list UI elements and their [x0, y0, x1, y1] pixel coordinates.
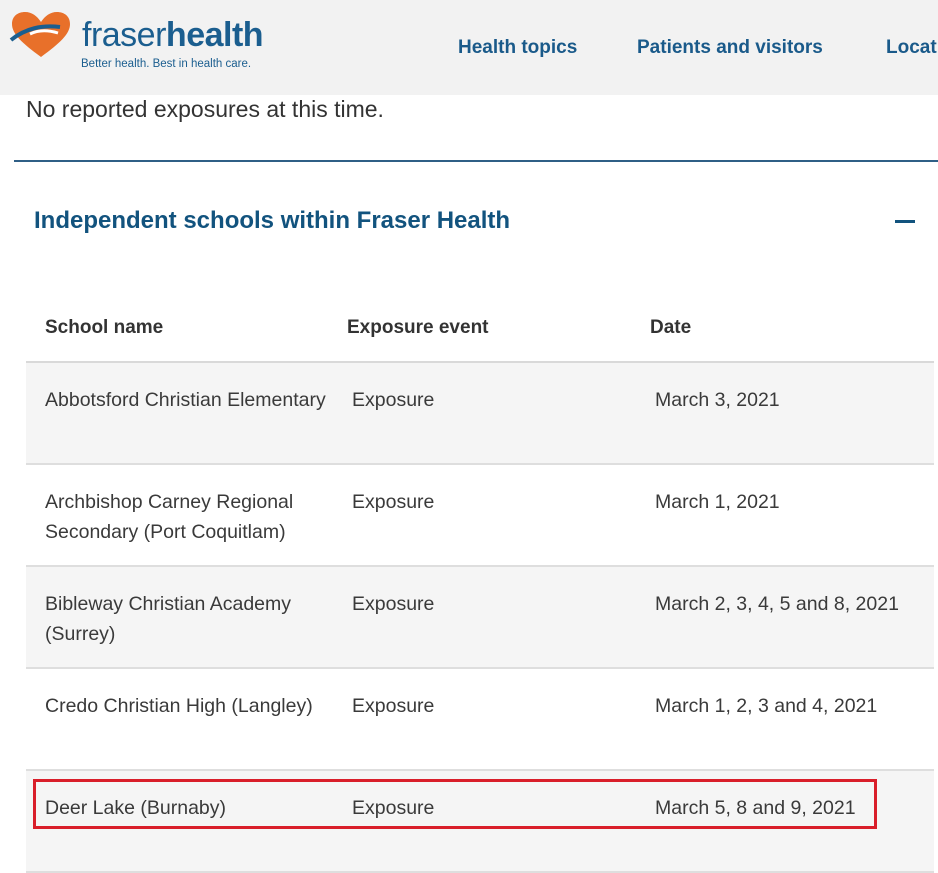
nav-locations[interactable]: Locat [886, 37, 937, 59]
table-row: Abbotsford Christian Elementary Exposure… [26, 363, 934, 465]
table-header: School name Exposure event Date [26, 292, 934, 363]
nav-patients-and-visitors[interactable]: Patients and visitors [637, 37, 823, 59]
heart-logo-icon [9, 12, 70, 57]
school-name-cell: Archbishop Carney Regional Secondary (Po… [45, 491, 294, 543]
exposure-event-cell: Exposure [352, 389, 435, 411]
exposures-table: School name Exposure event Date Abbotsfo… [26, 292, 934, 873]
nav-health-topics[interactable]: Health topics [458, 37, 577, 59]
date-cell: March 5, 8 and 9, 2021 [655, 797, 856, 819]
section-divider [14, 160, 938, 162]
school-name-cell: Deer Lake (Burnaby) [45, 797, 227, 819]
collapse-minus-icon[interactable] [895, 220, 915, 223]
school-name-cell: Abbotsford Christian Elementary [45, 389, 326, 411]
no-exposures-notice: No reported exposures at this time. [26, 96, 384, 122]
exposure-event-cell: Exposure [352, 593, 435, 615]
header-school-name: School name [45, 317, 164, 338]
header-exposure-event: Exposure event [347, 317, 489, 338]
date-cell: March 1, 2, 3 and 4, 2021 [655, 695, 878, 717]
date-cell: March 3, 2021 [655, 389, 780, 411]
table-row: Bibleway Christian Academy (Surrey) Expo… [26, 567, 934, 669]
exposure-event-cell: Exposure [352, 695, 435, 717]
school-name-cell: Bibleway Christian Academy (Surrey) [45, 593, 292, 645]
exposure-event-cell: Exposure [352, 797, 435, 819]
section-title[interactable]: Independent schools within Fraser Health [34, 207, 510, 235]
fraserhealth-logo[interactable]: fraserhealth Better health. Best in heal… [8, 8, 264, 78]
logo-word-health: health [165, 16, 264, 54]
date-cell: March 2, 3, 4, 5 and 8, 2021 [655, 593, 899, 615]
table-row: Credo Christian High (Langley) Exposure … [26, 669, 934, 771]
site-header: fraserhealth Better health. Best in heal… [0, 0, 938, 95]
date-cell: March 1, 2021 [655, 491, 780, 513]
header-date: Date [650, 317, 692, 338]
logo-wordmark: fraserhealth [82, 16, 264, 55]
exposure-event-cell: Exposure [352, 491, 435, 513]
school-name-cell: Credo Christian High (Langley) [45, 695, 313, 717]
table-row: Archbishop Carney Regional Secondary (Po… [26, 465, 934, 567]
table-row: Deer Lake (Burnaby) Exposure March 5, 8 … [26, 771, 934, 873]
logo-word-fraser: fraser [82, 16, 166, 54]
logo-tagline: Better health. Best in health care. [81, 58, 252, 70]
